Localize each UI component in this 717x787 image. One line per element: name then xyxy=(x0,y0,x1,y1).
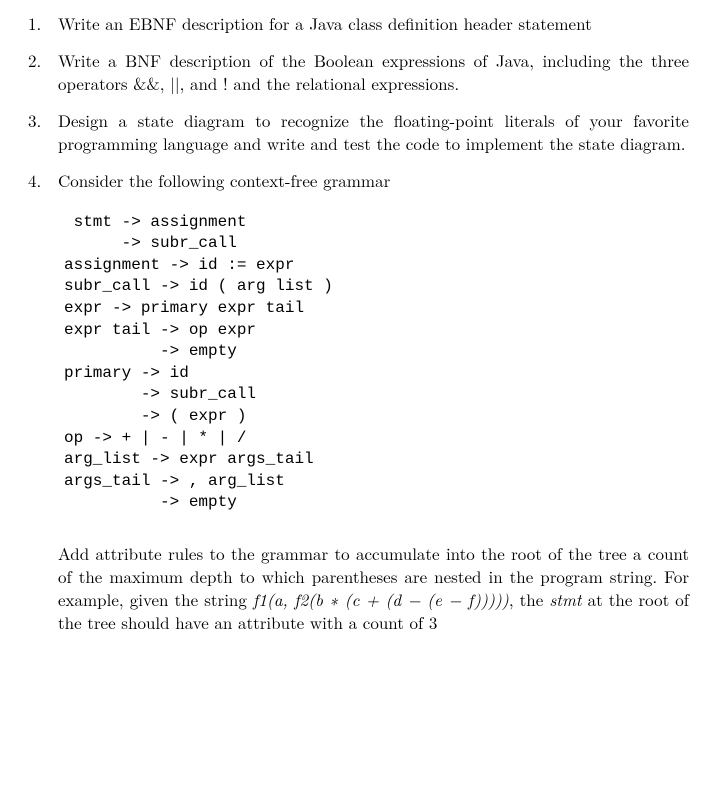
para-mid: , the xyxy=(509,587,550,611)
problem-item-3: Design a state diagram to recognize the … xyxy=(28,109,689,155)
problem-item-4: Consider the following context-free gram… xyxy=(28,169,689,634)
stmt-word: stmt xyxy=(549,587,581,611)
problem-text: Write a BNF description of the Boolean e… xyxy=(58,48,689,95)
problem-item-1: Write an EBNF description for a Java cla… xyxy=(28,12,689,35)
problem-list: Write an EBNF description for a Java cla… xyxy=(28,12,689,634)
problem-4-paragraph: Add attribute rules to the grammar to ac… xyxy=(58,542,689,634)
problem-text: Consider the following context-free gram… xyxy=(58,168,390,192)
problem-text: Design a state diagram to recognize the … xyxy=(58,108,689,155)
document-page: Write an EBNF description for a Java cla… xyxy=(0,0,717,676)
problem-text: Write an EBNF description for a Java cla… xyxy=(58,11,592,35)
problem-item-2: Write a BNF description of the Boolean e… xyxy=(28,49,689,95)
grammar-block: stmt -> assignment -> subr_call assignme… xyxy=(64,212,689,514)
math-expression: f1(a, f2(b ∗ (c + (d − (e − f))))) xyxy=(253,587,509,611)
